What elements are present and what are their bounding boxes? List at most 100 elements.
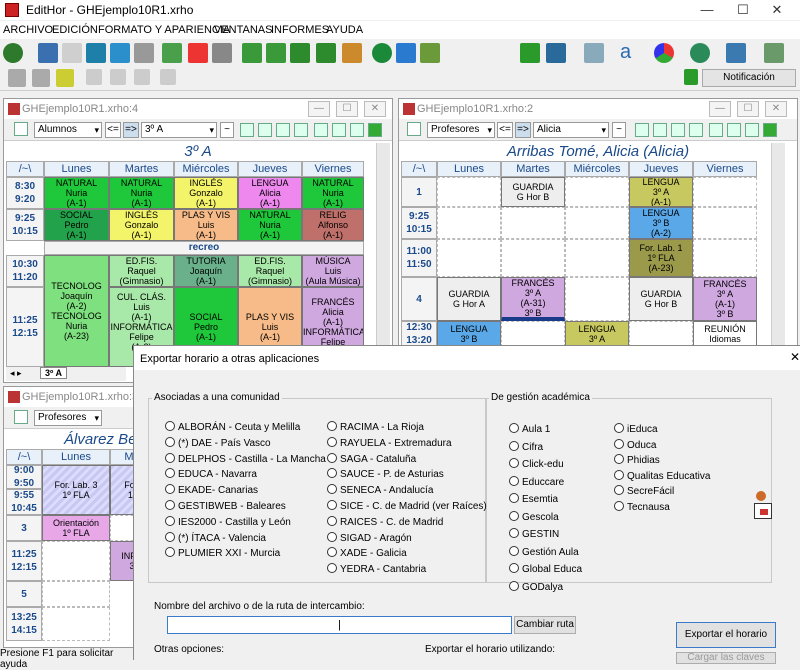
radio-circle[interactable] [614, 469, 624, 480]
flag-icon[interactable] [684, 69, 698, 85]
export-doc2-icon[interactable] [266, 43, 286, 63]
prev-button[interactable]: <= [105, 122, 121, 138]
class-cell[interactable]: LENGUA 3º B [437, 321, 501, 347]
tool-a-icon[interactable] [86, 69, 102, 85]
view1-icon[interactable] [240, 123, 254, 137]
radio-circle[interactable] [614, 485, 624, 495]
window4-minimize[interactable]: — [308, 101, 330, 117]
window2-scrollbar[interactable] [771, 143, 785, 347]
class-cell[interactable]: LENGUA 3º A [565, 321, 629, 347]
format-icon[interactable] [584, 43, 604, 63]
radio-option[interactable]: Esemtia [509, 493, 558, 507]
empty-cell[interactable] [42, 541, 110, 581]
new-icon[interactable] [62, 43, 82, 63]
class-cell[interactable]: LENGUA 3º B (A-2) [629, 207, 693, 239]
class-cell[interactable]: NATURAL Nuria (A-1) [238, 209, 302, 241]
class-cell[interactable]: LENGUA Alicia (A-1) [238, 177, 302, 209]
group-select[interactable]: 3º A [141, 122, 217, 138]
menu-formato[interactable]: FORMATO Y APARIENCIA [98, 24, 230, 36]
empty-cell[interactable] [437, 239, 501, 277]
empty-cell[interactable] [42, 607, 110, 641]
class-cell[interactable]: NATURAL Nuria (A-1) [44, 177, 109, 209]
window2-maximize[interactable]: ☐ [737, 101, 759, 117]
radio-circle[interactable] [165, 468, 175, 479]
empty-cell[interactable] [693, 177, 757, 207]
view4-icon[interactable] [294, 123, 308, 137]
edit-icon[interactable] [407, 122, 421, 136]
window4-scrollbar[interactable] [376, 143, 390, 367]
close-button[interactable]: ✕ [754, 0, 800, 20]
radio-circle[interactable] [327, 484, 337, 495]
radio-circle[interactable] [165, 547, 175, 558]
excel-icon[interactable] [290, 43, 310, 63]
empty-cell[interactable] [501, 207, 565, 239]
radio-option[interactable]: Cifra [509, 440, 543, 455]
menu-archivo[interactable]: ARCHIVO [3, 24, 53, 36]
class-cell[interactable]: PLAS Y VIS Luis (A-1) [174, 209, 238, 241]
radio-circle[interactable] [509, 440, 519, 451]
radio-option[interactable]: DELPHOS - Castilla - La Mancha [165, 452, 326, 467]
radio-circle[interactable] [509, 545, 519, 556]
filter-button[interactable]: ~ [612, 122, 626, 138]
radio-option[interactable]: GODalya [509, 580, 563, 595]
help-icon[interactable] [372, 43, 392, 63]
radio-circle[interactable] [165, 484, 175, 495]
class-cell[interactable]: Orientación 1º FLA [42, 515, 110, 541]
menu-ventanas[interactable]: VENTANAS [214, 24, 272, 36]
excel2-icon[interactable] [316, 43, 336, 63]
radio-option[interactable]: XADE - Galicia [327, 547, 407, 561]
class-cell[interactable]: MÚSICA Luis (Aula Música) [302, 255, 364, 287]
view6-icon[interactable] [332, 123, 346, 137]
radio-option[interactable]: SENECA - Andalucía [327, 484, 433, 498]
tool-d-icon[interactable] [160, 69, 176, 85]
view4-icon[interactable] [689, 123, 703, 137]
radio-option[interactable]: Gestión Aula [509, 545, 579, 560]
view3-icon[interactable] [671, 123, 685, 137]
window2-minimize[interactable]: — [709, 101, 731, 117]
radio-option[interactable]: RAYUELA - Extremadura [327, 436, 452, 451]
radio-circle[interactable] [327, 531, 337, 542]
view2-icon[interactable] [653, 123, 667, 137]
radio-option[interactable]: SIGAD - Aragón [327, 531, 412, 546]
radio-option[interactable]: Qualitas Educativa [614, 469, 710, 484]
radio-option[interactable]: Aula 1 [509, 423, 550, 437]
class-cell[interactable]: ED.FIS. Raquel (Gimnasio) [109, 255, 174, 287]
load-keys-button[interactable]: Cargar las claves [676, 652, 776, 664]
view2-icon[interactable] [258, 123, 272, 137]
radio-circle[interactable] [165, 515, 175, 526]
pdf-icon[interactable] [188, 43, 208, 63]
radio-circle[interactable] [165, 500, 175, 510]
edit-icon[interactable] [14, 410, 28, 424]
next-button[interactable]: => [123, 122, 139, 138]
view6-icon[interactable] [727, 123, 741, 137]
move-icon[interactable] [32, 69, 50, 87]
radio-circle[interactable] [327, 500, 337, 510]
radio-option[interactable]: GESTIN [509, 528, 559, 542]
empty-cell[interactable] [437, 207, 501, 239]
view5-icon[interactable] [314, 123, 328, 137]
export-doc-icon[interactable] [242, 43, 262, 63]
radio-option[interactable]: Tecnausa [614, 500, 670, 515]
radio-circle[interactable] [509, 563, 519, 573]
radio-option[interactable]: RAICES - C. de Madrid [327, 515, 443, 530]
radio-option[interactable]: GESTIBWEB - Baleares [165, 500, 286, 514]
open-icon[interactable] [86, 43, 106, 63]
radio-option[interactable]: (*) DAE - País Vasco [165, 436, 271, 451]
radio-circle[interactable] [614, 500, 624, 511]
radio-circle[interactable] [509, 528, 519, 538]
menu-edicion[interactable]: EDICIÓN [52, 24, 98, 36]
edit-icon[interactable] [14, 122, 28, 136]
add-icon[interactable] [520, 43, 540, 63]
view3-icon[interactable] [276, 123, 290, 137]
export-schedule-button[interactable]: Exportar el horario [676, 622, 776, 648]
empty-cell[interactable] [565, 177, 629, 207]
type-select[interactable]: Profesores [427, 122, 495, 138]
ghc-icon[interactable] [3, 43, 23, 63]
radio-circle[interactable] [509, 510, 519, 521]
help-context-icon[interactable] [396, 43, 416, 63]
prev-button[interactable]: <= [497, 122, 513, 138]
font-icon[interactable]: a [620, 42, 640, 63]
class-cell[interactable]: GUARDIA G Hor B [501, 177, 565, 207]
radio-option[interactable]: Gescola [509, 510, 559, 525]
radio-option[interactable]: IES2000 - Castilla y León [165, 515, 291, 530]
